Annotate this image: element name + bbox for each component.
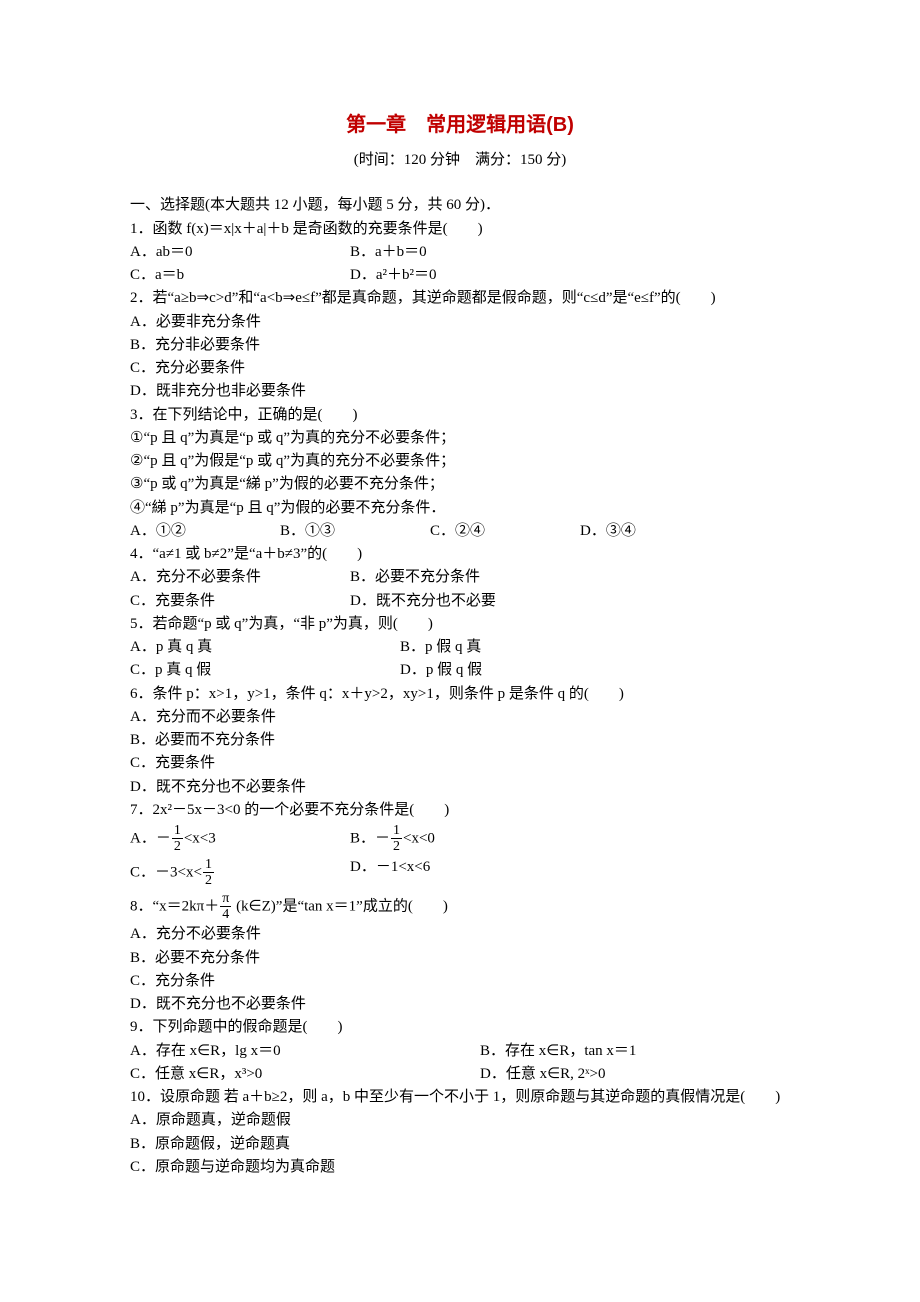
- q9-opt-b: B．存在 x∈R，tan x＝1: [480, 1040, 830, 1063]
- q7-opt-a: A．－12<x<3: [130, 822, 350, 856]
- q9-opt-d: D．任意 x∈R, 2ˣ>0: [480, 1063, 830, 1086]
- q3-options: A．①② B．①③ C．②④ D．③④: [130, 520, 790, 543]
- q7b-post: <x<0: [403, 830, 435, 846]
- q8-opt-b: B．必要不充分条件: [130, 947, 790, 970]
- q1-opt-d: D．a²＋b²＝0: [350, 264, 570, 287]
- question-5: 5．若命题“p 或 q”为真，“非 p”为真，则( ): [130, 613, 790, 636]
- q1-opt-c: C．a＝b: [130, 264, 350, 287]
- q9-options-row1: A．存在 x∈R，lg x＝0 B．存在 x∈R，tan x＝1: [130, 1040, 790, 1063]
- q3-opt-c: C．②④: [430, 520, 580, 543]
- q8-opt-c: C．充分条件: [130, 970, 790, 993]
- q8-opt-d: D．既不充分也不必要条件: [130, 993, 790, 1016]
- q7a-pre: A．－: [130, 830, 171, 846]
- q3-stmt-1: ①“p 且 q”为真是“p 或 q”为真的充分不必要条件；: [130, 427, 790, 450]
- question-6: 6．条件 p：x>1，y>1，条件 q：x＋y>2，xy>1，则条件 p 是条件…: [130, 683, 790, 706]
- q2-opt-a: A．必要非充分条件: [130, 311, 790, 334]
- q1-options-row2: C．a＝b D．a²＋b²＝0: [130, 264, 790, 287]
- fraction-half-icon: 12: [203, 857, 214, 889]
- q7a-post: <x<3: [184, 830, 216, 846]
- q5-opt-c: C．p 真 q 假: [130, 659, 400, 682]
- q2-opt-c: C．充分必要条件: [130, 357, 790, 380]
- q3-stmt-2: ②“p 且 q”为假是“p 或 q”为真的充分不必要条件；: [130, 450, 790, 473]
- q2-opt-d: D．既非充分也非必要条件: [130, 380, 790, 403]
- question-8: 8．“x＝2kπ＋π4 (k∈Z)”是“tan x＝1”成立的( ): [130, 890, 790, 924]
- question-7: 7．2x²－5x－3<0 的一个必要不充分条件是( ): [130, 799, 790, 822]
- q7c-pre: C．－3<x<: [130, 864, 202, 880]
- q10-opt-a: A．原命题真，逆命题假: [130, 1109, 790, 1132]
- q9-opt-c: C．任意 x∈R，x³>0: [130, 1063, 480, 1086]
- question-9: 9．下列命题中的假命题是( ): [130, 1016, 790, 1039]
- q4-options-row1: A．充分不必要条件 B．必要不充分条件: [130, 566, 790, 589]
- q4-opt-d: D．既不充分也不必要: [350, 590, 570, 613]
- q7-opt-d: D．－1<x<6: [350, 856, 570, 890]
- question-1: 1．函数 f(x)＝x|x＋a|＋b 是奇函数的充要条件是( ): [130, 218, 790, 241]
- q5-options-row2: C．p 真 q 假 D．p 假 q 假: [130, 659, 790, 682]
- q9-opt-a: A．存在 x∈R，lg x＝0: [130, 1040, 480, 1063]
- q6-opt-c: C．充要条件: [130, 752, 790, 775]
- content-body: 一、选择题(本大题共 12 小题，每小题 5 分，共 60 分)． 1．函数 f…: [130, 194, 790, 1179]
- q7-opt-b: B．－12<x<0: [350, 822, 570, 856]
- fraction-pi4-icon: π4: [220, 891, 231, 923]
- q5-opt-d: D．p 假 q 假: [400, 659, 670, 682]
- fraction-half-icon: 12: [391, 823, 402, 855]
- q7-options-row2: C．－3<x<12 D．－1<x<6: [130, 856, 790, 890]
- q4-opt-b: B．必要不充分条件: [350, 566, 570, 589]
- page-title: 第一章 常用逻辑用语(B): [130, 110, 790, 141]
- q1-opt-a: A．ab＝0: [130, 241, 350, 264]
- q5-opt-b: B．p 假 q 真: [400, 636, 670, 659]
- q10-opt-c: C．原命题与逆命题均为真命题: [130, 1156, 790, 1179]
- q4-opt-a: A．充分不必要条件: [130, 566, 350, 589]
- q3-stmt-3: ③“p 或 q”为真是“綈 p”为假的必要不充分条件；: [130, 473, 790, 496]
- question-2: 2．若“a≥b⇒c>d”和“a<b⇒e≤f”都是真命题，其逆命题都是假命题，则“…: [130, 287, 790, 310]
- q6-opt-a: A．充分而不必要条件: [130, 706, 790, 729]
- q4-opt-c: C．充要条件: [130, 590, 350, 613]
- q8-pre: 8．“x＝2kπ＋: [130, 898, 219, 914]
- q10-opt-b: B．原命题假，逆命题真: [130, 1133, 790, 1156]
- q3-opt-a: A．①②: [130, 520, 280, 543]
- q3-opt-d: D．③④: [580, 520, 730, 543]
- q2-opt-b: B．充分非必要条件: [130, 334, 790, 357]
- q3-stmt-4: ④“綈 p”为真是“p 且 q”为假的必要不充分条件．: [130, 497, 790, 520]
- q9-options-row2: C．任意 x∈R，x³>0 D．任意 x∈R, 2ˣ>0: [130, 1063, 790, 1086]
- question-10: 10．设原命题 若 a＋b≥2，则 a，b 中至少有一个不小于 1，则原命题与其…: [130, 1086, 790, 1109]
- q8-post: (k∈Z)”是“tan x＝1”成立的( ): [232, 898, 448, 914]
- q1-opt-b: B．a＋b＝0: [350, 241, 570, 264]
- question-4: 4．“a≠1 或 b≠2”是“a＋b≠3”的( ): [130, 543, 790, 566]
- q4-options-row2: C．充要条件 D．既不充分也不必要: [130, 590, 790, 613]
- q7-options-row1: A．－12<x<3 B．－12<x<0: [130, 822, 790, 856]
- q5-options-row1: A．p 真 q 真 B．p 假 q 真: [130, 636, 790, 659]
- fraction-half-icon: 12: [172, 823, 183, 855]
- q1-options-row1: A．ab＝0 B．a＋b＝0: [130, 241, 790, 264]
- page-subtitle: (时间：120 分钟 满分：150 分): [130, 149, 790, 172]
- section-heading: 一、选择题(本大题共 12 小题，每小题 5 分，共 60 分)．: [130, 194, 790, 217]
- q3-opt-b: B．①③: [280, 520, 430, 543]
- q8-opt-a: A．充分不必要条件: [130, 923, 790, 946]
- q6-opt-d: D．既不充分也不必要条件: [130, 776, 790, 799]
- q7b-pre: B．－: [350, 830, 390, 846]
- q6-opt-b: B．必要而不充分条件: [130, 729, 790, 752]
- question-3: 3．在下列结论中，正确的是( ): [130, 404, 790, 427]
- q7-opt-c: C．－3<x<12: [130, 856, 350, 890]
- q5-opt-a: A．p 真 q 真: [130, 636, 400, 659]
